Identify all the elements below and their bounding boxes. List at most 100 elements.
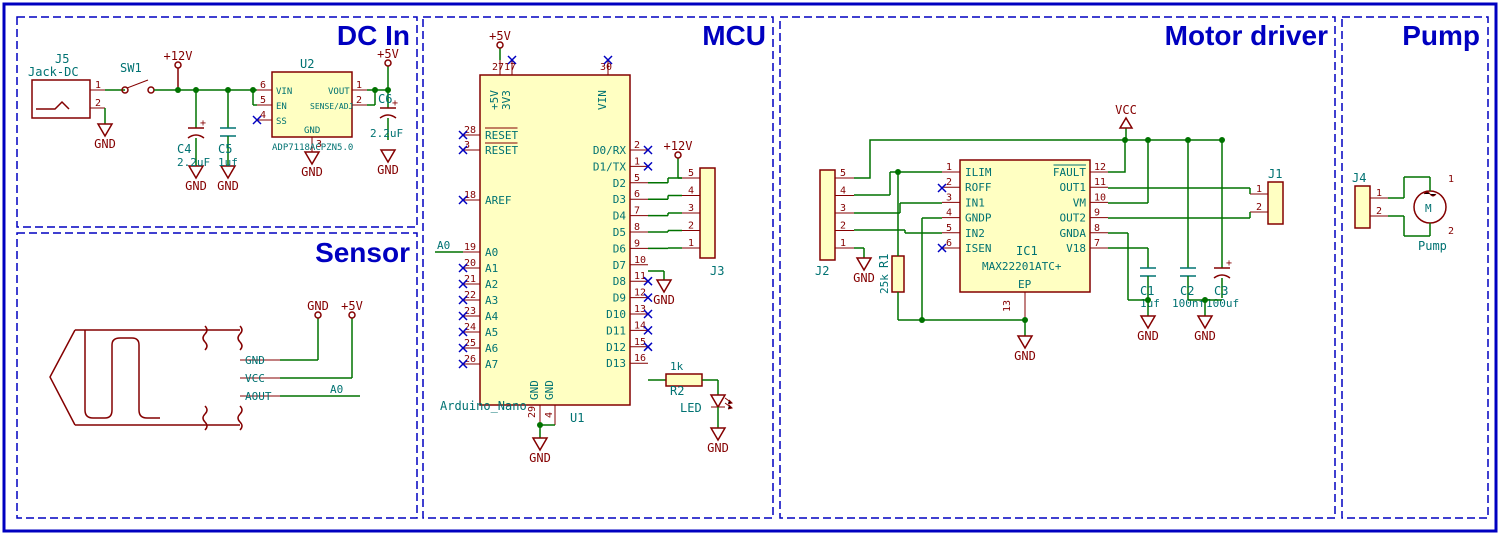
sensor-aout-pin: AOUT [245, 390, 272, 403]
j5-ref: J5 [55, 52, 69, 66]
svg-text:+: + [1226, 258, 1232, 269]
gnd-jack [98, 124, 112, 136]
svg-text:V18: V18 [1066, 242, 1086, 255]
svg-text:4: 4 [946, 208, 952, 219]
gnd-j2-label: GND [853, 271, 875, 285]
svg-text:3: 3 [688, 203, 694, 214]
svg-text:13: 13 [634, 304, 646, 315]
svg-text:1: 1 [688, 238, 694, 249]
mcu-body [480, 75, 630, 405]
svg-text:GNDP: GNDP [965, 212, 992, 225]
r2-ref: R2 [670, 384, 684, 398]
svg-text:OUT1: OUT1 [1060, 181, 1087, 194]
u2-p5: 5 [260, 95, 266, 106]
ic1-val: MAX22201ATC+ [982, 260, 1062, 273]
svg-text:D3: D3 [613, 193, 626, 206]
svg-text:11: 11 [1094, 177, 1106, 188]
svg-text:7: 7 [634, 206, 640, 217]
r1-val: 25k [878, 274, 891, 294]
u2-vout: VOUT [328, 87, 350, 97]
j2-body [820, 170, 835, 260]
j4-body [1355, 186, 1370, 228]
svg-text:+: + [392, 98, 398, 109]
svg-text:A0: A0 [485, 246, 498, 259]
gnd-ep [1018, 336, 1032, 348]
svg-text:4: 4 [840, 186, 846, 197]
svg-text:D7: D7 [613, 259, 626, 272]
svg-text:A4: A4 [485, 310, 499, 323]
gnd-c6-label: GND [377, 163, 399, 177]
gnd-u2 [305, 152, 319, 164]
gnd-c23-label: GND [1194, 329, 1216, 343]
mcu-a0-net: A0 [437, 239, 450, 252]
svg-text:5: 5 [946, 223, 952, 234]
gnd-c5-label: GND [217, 179, 239, 193]
svg-text:RESET: RESET [485, 129, 518, 142]
svg-text:1: 1 [946, 162, 952, 173]
svg-text:D10: D10 [606, 308, 626, 321]
title-mcu: MCU [702, 20, 766, 51]
ic1-ep: EP [1018, 278, 1032, 291]
svg-text:6: 6 [946, 238, 952, 249]
svg-text:23: 23 [464, 306, 476, 317]
svg-text:A1: A1 [485, 262, 498, 275]
gnd-jack-label: GND [94, 137, 116, 151]
r1 [892, 256, 904, 292]
u2-en: EN [276, 102, 287, 112]
section-sensor [17, 233, 417, 518]
led [711, 395, 732, 409]
u2-p6: 6 [260, 80, 266, 91]
u2-p1: 1 [356, 80, 362, 91]
c5-val: 1uf [218, 156, 238, 169]
svg-text:8: 8 [1094, 223, 1100, 234]
gnd-ep-label: GND [1014, 349, 1036, 363]
svg-text:3: 3 [464, 140, 470, 151]
mcu-12v-flag: +12V [664, 139, 693, 153]
dc-12v: +12V [164, 49, 193, 63]
svg-text:1: 1 [634, 156, 640, 167]
svg-text:19: 19 [464, 242, 476, 253]
j4-ref: J4 [1352, 171, 1366, 185]
j4-p1: 1 [1376, 188, 1382, 199]
u2-p2: 2 [356, 95, 362, 106]
dc-5v: +5V [377, 47, 399, 61]
gnd-c1 [1141, 316, 1155, 328]
u2-sense: SENSE/ADJ [310, 102, 353, 111]
svg-text:A6: A6 [485, 342, 498, 355]
c6-val: 2.2uF [370, 127, 403, 140]
j5-val: Jack-DC [28, 65, 79, 79]
c6-ref: C6 [378, 92, 392, 106]
mcu-p17: 17 [504, 62, 516, 73]
svg-text:D0/RX: D0/RX [593, 144, 626, 157]
mcu-p30: 30 [600, 62, 612, 73]
svg-text:6: 6 [634, 189, 640, 200]
svg-text:D5: D5 [613, 226, 626, 239]
c2-val: 100nf [1172, 297, 1205, 310]
svg-text:2: 2 [688, 221, 694, 232]
c3-val: 100uf [1206, 297, 1239, 310]
svg-text:21: 21 [464, 274, 476, 285]
j1-p1: 1 [1256, 184, 1262, 195]
outer-border [4, 4, 1496, 531]
jack-symbol [36, 102, 69, 109]
u1-ref: U1 [570, 411, 584, 425]
svg-text:24: 24 [464, 322, 476, 333]
svg-text:3: 3 [946, 192, 952, 203]
svg-text:14: 14 [634, 320, 646, 331]
gnd-mcu [533, 438, 547, 450]
r1-ref: R1 [877, 254, 891, 268]
svg-text:FAULT: FAULT [1053, 166, 1086, 179]
svg-text:D12: D12 [606, 341, 626, 354]
title-motor: Motor driver [1165, 20, 1328, 51]
motor-vcc: VCC [1115, 103, 1137, 117]
mcu-5v-flag: +5V [489, 29, 511, 43]
svg-text:IN2: IN2 [965, 227, 985, 240]
gnd-led [711, 428, 725, 440]
gnd-led-label: GND [707, 441, 729, 455]
svg-text:D4: D4 [613, 210, 627, 223]
svg-text:D2: D2 [613, 177, 626, 190]
c4-ref: C4 [177, 142, 191, 156]
title-pump: Pump [1402, 20, 1480, 51]
mcu-vin-name: VIN [596, 90, 609, 110]
u1-val: Arduino_Nano [440, 399, 527, 413]
